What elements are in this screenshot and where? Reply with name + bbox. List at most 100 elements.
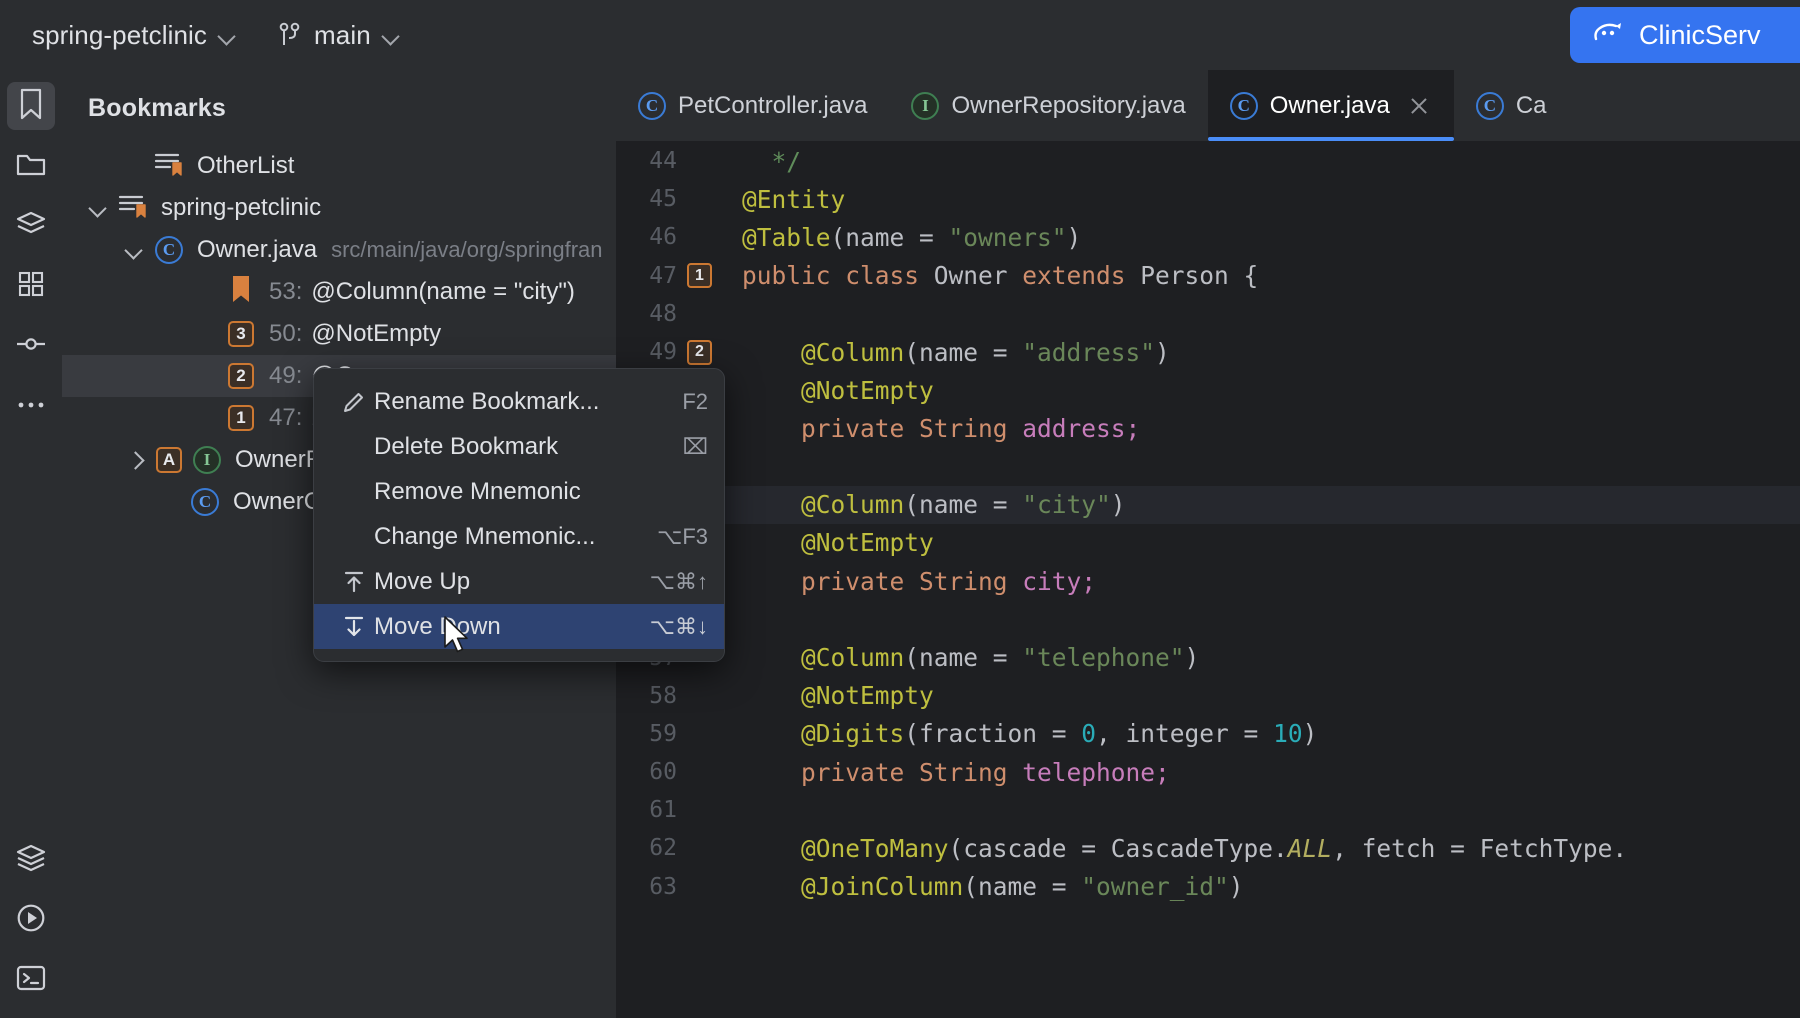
class-icon: C [155, 236, 183, 264]
tree-indent [156, 487, 186, 517]
code-token: @NotEmpty [742, 528, 934, 557]
code-token: (name = [904, 490, 1022, 519]
code-token: 0 [1081, 719, 1096, 748]
chevron-down-icon[interactable] [120, 235, 150, 265]
code-line: 57 @Column(name = "telephone") [616, 638, 1800, 676]
code-line: 54 @NotEmpty [616, 524, 1800, 562]
interface-icon: I [911, 92, 939, 120]
bookmark-tree-row[interactable]: 350:@NotEmpty [62, 313, 616, 355]
activity-bar [0, 70, 62, 1018]
line-gutter: 62 [616, 835, 722, 861]
code-text: @Column(name = "address") [722, 338, 1170, 367]
code-line: 471public class Owner extends Person { [616, 257, 1800, 295]
branch-selector[interactable]: main [302, 14, 412, 57]
line-number: 47 [649, 263, 677, 289]
code-text: @Column(name = "telephone") [722, 643, 1199, 672]
sidebar-item-terminal[interactable] [7, 956, 55, 1004]
gutter-mnemonic-badge[interactable]: 1 [687, 263, 712, 288]
context-menu-item[interactable]: Move Down⌥⌘↓ [314, 604, 724, 649]
context-menu-item[interactable]: Move Up ⌥⌘↑ [314, 559, 724, 604]
sidebar-item-more[interactable] [7, 382, 55, 430]
line-number: 61 [649, 797, 677, 823]
context-menu-item[interactable]: Delete Bookmark⌧ [314, 424, 724, 469]
bookmark-tree-row[interactable]: 53: @Column(name = "city") [62, 271, 616, 313]
code-token: @Column [742, 338, 904, 367]
editor-tab[interactable]: COwner.java [1208, 70, 1454, 141]
chevron-down-icon [382, 26, 400, 44]
bookmark-tree-row[interactable]: spring-petclinic [62, 187, 616, 229]
line-gutter: 59 [616, 721, 722, 747]
editor-tab[interactable]: CPetController.java [616, 70, 889, 141]
code-text: @Table(name = "owners") [722, 223, 1081, 252]
context-menu-shortcut: F2 [682, 389, 708, 415]
bookmark-label: OtherList [197, 152, 294, 180]
code-token: (name = [904, 338, 1022, 367]
context-menu-item[interactable]: Remove Mnemonic [314, 469, 724, 514]
terminal-icon [16, 964, 46, 997]
sidebar-item-project[interactable] [7, 142, 55, 190]
code-token: private String [742, 567, 1022, 596]
code-line: 56 [616, 600, 1800, 638]
line-number: 44 [649, 148, 677, 174]
code-token: "owner_id" [1081, 872, 1229, 901]
line-number: 48 [649, 301, 677, 327]
icon-slot [114, 192, 152, 225]
code-text: private String address; [722, 414, 1140, 443]
tree-indent [192, 277, 222, 307]
bookmark-line-number: 53: [269, 278, 302, 306]
code-token: FetchType. [1480, 834, 1628, 863]
bookmark-label: Owner.java [197, 236, 317, 264]
line-gutter: 45 [616, 186, 722, 212]
context-menu-label: Move Up [374, 568, 632, 596]
code-text: @Column(name = "city") [722, 490, 1126, 519]
context-menu-shortcut: ⌥⌘↑ [650, 569, 708, 595]
bookmark-line-number: 50: [269, 320, 302, 348]
icon-slot: 3 [222, 321, 260, 347]
editor-tabbar: CPetController.javaIOwnerRepository.java… [616, 70, 1800, 142]
class-icon: C [191, 488, 219, 516]
class-icon: C [1476, 92, 1504, 120]
bookmark-list-icon [154, 150, 184, 183]
code-token: @JoinColumn [742, 872, 963, 901]
line-number: 46 [649, 224, 677, 250]
chevron-down-icon [218, 26, 236, 44]
editor-tab[interactable]: IOwnerRepository.java [889, 70, 1207, 141]
git-branch-icon [278, 22, 302, 48]
context-menu-shortcut: ⌥F3 [657, 524, 708, 550]
context-menu-label: Change Mnemonic... [374, 523, 639, 551]
layers-icon [16, 844, 46, 877]
code-text: @Entity [722, 185, 845, 214]
sidebar-item-bookmarks[interactable] [7, 82, 55, 130]
context-menu-item[interactable]: Change Mnemonic... ⌥F3 [314, 514, 724, 559]
chevron-right-icon[interactable] [120, 445, 150, 475]
code-line: 48 [616, 295, 1800, 333]
code-token: Person { [1140, 261, 1258, 290]
code-token: ) [1303, 719, 1318, 748]
sidebar-item-plugins[interactable] [7, 262, 55, 310]
bookmark-tree-row[interactable]: OtherList [62, 145, 616, 187]
context-menu-item[interactable]: Rename Bookmark...F2 [314, 379, 724, 424]
code-token: , integer = [1096, 719, 1273, 748]
sidebar-item-services[interactable] [7, 836, 55, 884]
code-line: 46 @Table(name = "owners") [616, 218, 1800, 256]
editor-tab[interactable]: CCa [1454, 70, 1569, 141]
chevron-down-icon[interactable] [84, 193, 114, 223]
sidebar-item-run[interactable] [7, 896, 55, 944]
bookmark-tree-row[interactable]: COwner.javasrc/main/java/org/springfran [62, 229, 616, 271]
bookmark-list-icon [118, 192, 148, 225]
code-token: "owners" [949, 223, 1067, 252]
project-selector[interactable]: spring-petclinic [20, 14, 248, 57]
gutter-mnemonic-badge[interactable]: 2 [687, 340, 712, 365]
code-line: 492 @Column(name = "address") [616, 333, 1800, 371]
sidebar-item-structure[interactable] [7, 202, 55, 250]
run-configuration-selector[interactable]: ClinicServ [1570, 7, 1800, 63]
close-icon[interactable] [1406, 93, 1432, 119]
sidebar-item-version-control[interactable] [7, 322, 55, 370]
line-gutter: 44 [616, 148, 722, 174]
folder-icon [16, 151, 46, 182]
bookmark-icon [18, 88, 44, 125]
bookmark-label: @Column(name = "city") [311, 278, 574, 306]
icon-slot: I [188, 446, 226, 474]
code-viewport[interactable]: 44 */45@Entity46@Table(name = "owners")4… [616, 142, 1800, 1018]
code-line: 52 [616, 448, 1800, 486]
